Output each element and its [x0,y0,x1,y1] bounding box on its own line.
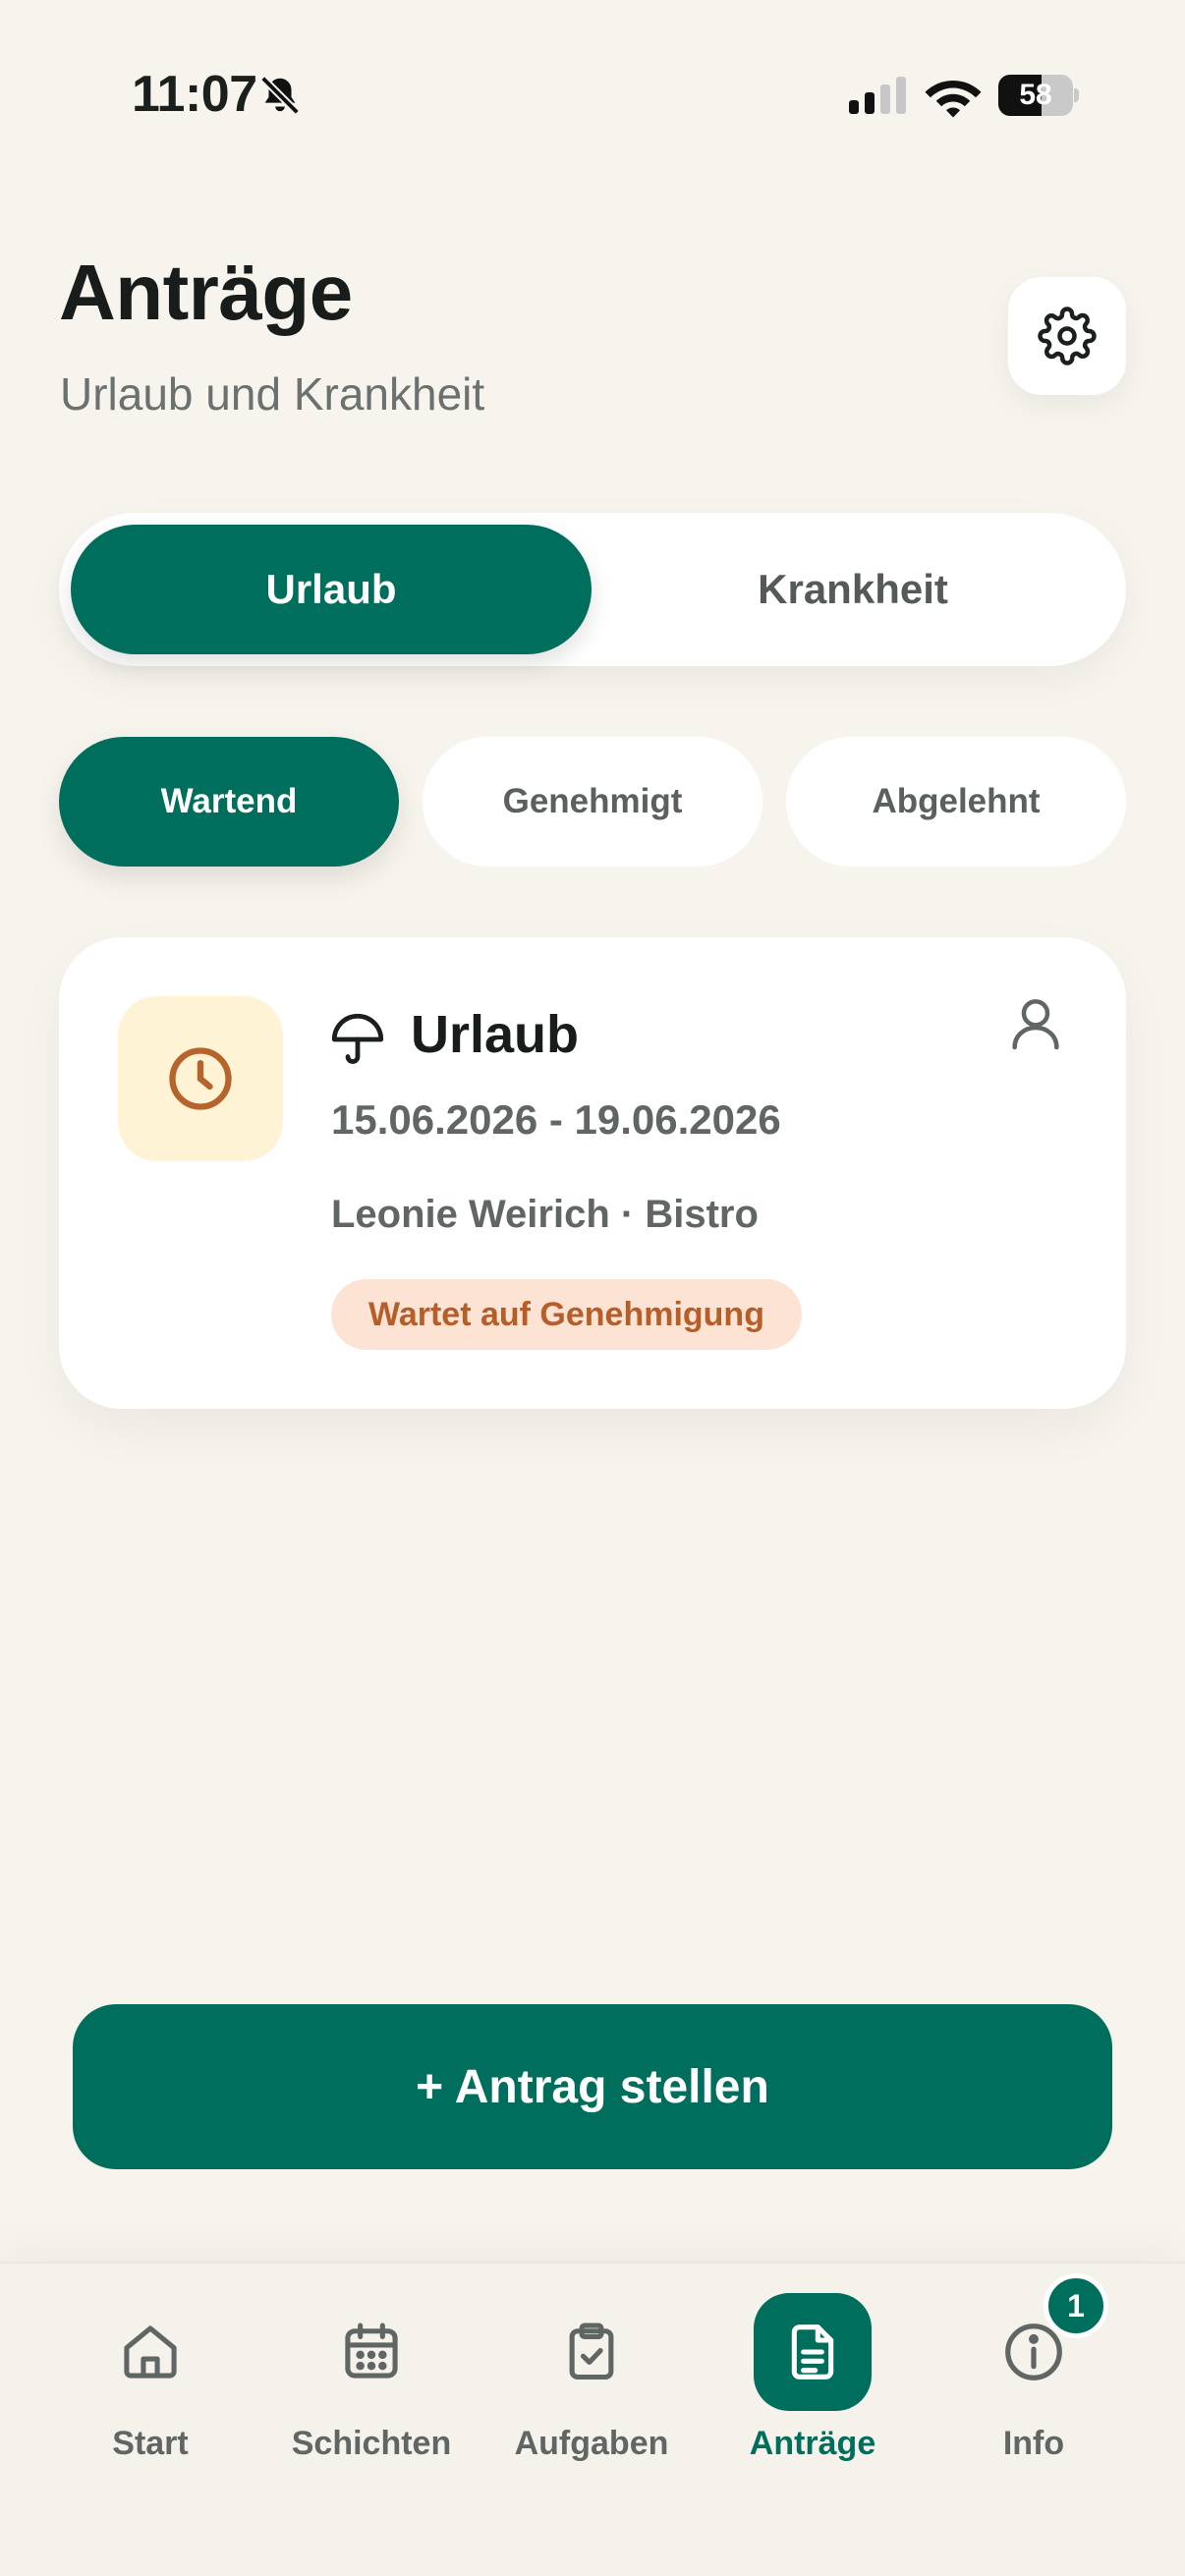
settings-button[interactable] [1008,277,1126,395]
bell-off-icon [260,76,300,115]
tab-icon-wrap [754,2293,872,2411]
filter-chip-wartend[interactable]: Wartend [59,737,399,867]
umbrella-icon [331,1013,384,1064]
tab-label: Schichten [291,2425,452,2462]
battery-body: 58 [998,75,1073,116]
filter-chip-genehmigt[interactable]: Genehmigt [423,737,762,867]
request-title: Urlaub [411,1005,580,1064]
tab-schichten[interactable]: Schichten [261,2264,481,2462]
page-title: Anträge [59,249,353,336]
tab-start[interactable]: Start [40,2264,260,2462]
tab-aufgaben[interactable]: Aufgaben [481,2264,702,2462]
tab-icon-wrap [91,2293,209,2411]
status-badge: Wartet auf Genehmigung [331,1279,802,1350]
requests-screen: 11:07 58 Anträge Urlaub und Krankheit Ur… [0,0,1185,2576]
status-icon-box [118,996,283,1161]
gear-icon [1038,307,1097,365]
signal-icon [849,77,906,114]
status-time: 11:07 [132,66,257,123]
document-icon [791,2324,834,2380]
calendar-icon [345,2323,398,2379]
battery-tip [1074,88,1079,102]
tab-label: Aufgaben [514,2425,669,2462]
tab-label: Anträge [749,2425,876,2462]
segment-krankheit[interactable]: Krankheit [592,525,1114,654]
clock-icon [169,1047,232,1110]
request-dates: 15.06.2026 - 19.06.2026 [331,1096,781,1143]
clipboard-check-icon [569,2323,614,2380]
bottom-tab-bar: Start Schichten Aufgaben Anträge Info [0,2262,1185,2576]
battery-level: 58 [1019,79,1052,111]
home-icon [124,2325,177,2379]
segment-urlaub[interactable]: Urlaub [71,525,592,654]
page-subtitle: Urlaub und Krankheit [60,368,485,420]
type-segment-control: Urlaub Krankheit [59,513,1126,666]
new-request-button[interactable]: + Antrag stellen [73,2004,1112,2169]
battery-icon: 58 [998,75,1079,116]
tab-label: Info [1002,2425,1065,2462]
user-icon [1012,999,1059,1050]
tab-label: Start [112,2425,189,2462]
wifi-icon [925,81,982,118]
request-person: Leonie Weirich · Bistro [331,1193,759,1236]
info-notification-badge: 1 [1044,2273,1108,2338]
tab-icon-wrap [533,2293,650,2411]
tab-icon-wrap [312,2293,430,2411]
filter-chip-abgelehnt[interactable]: Abgelehnt [786,737,1126,867]
tab-antraege[interactable]: Anträge [703,2264,923,2462]
request-card[interactable]: Urlaub 15.06.2026 - 19.06.2026 Leonie We… [59,937,1126,1409]
tab-info[interactable]: Info [924,2264,1144,2462]
